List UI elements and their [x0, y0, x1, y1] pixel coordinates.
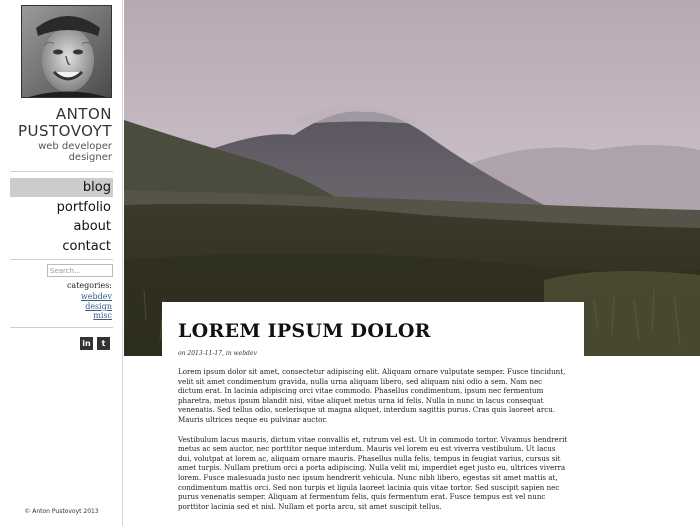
profile-last-name: PUSTOVOYT: [17, 122, 112, 140]
divider: [10, 259, 113, 260]
post-paragraph-2: Vestibulum lacus mauris, dictum vitae co…: [178, 434, 568, 511]
search-input[interactable]: [47, 264, 113, 277]
nav-item-blog[interactable]: blog: [10, 178, 113, 197]
divider: [10, 327, 113, 328]
portrait-image: [22, 6, 111, 97]
post-date: 2013-11-17: [187, 350, 222, 357]
nav-item-contact[interactable]: contact: [10, 237, 113, 256]
profile-name: ANTON PUSTOVOYT: [18, 106, 112, 140]
linkedin-icon[interactable]: in: [80, 337, 93, 350]
categories-list: webdev design misc: [81, 292, 112, 321]
main-nav: blog portfolio about contact: [10, 178, 113, 256]
post-meta-in: , in: [222, 350, 232, 357]
divider: [10, 171, 113, 172]
tumblr-icon[interactable]: t: [97, 337, 110, 350]
profile-first-name: ANTON: [55, 105, 112, 123]
post-meta-prefix: on: [178, 350, 186, 357]
profile-role-1: web developer: [38, 141, 112, 152]
category-link-webdev[interactable]: webdev: [81, 292, 112, 302]
post-title[interactable]: LOREM IPSUM DOLOR: [178, 320, 568, 342]
post-category-link[interactable]: webdev: [234, 350, 257, 357]
avatar: [21, 5, 112, 98]
copyright-text: © Anton Pustovoyt 2013: [24, 508, 99, 515]
category-link-design[interactable]: design: [81, 302, 112, 312]
profile-role-2: designer: [68, 152, 112, 163]
nav-item-about[interactable]: about: [10, 217, 113, 236]
post-paragraph-1: Lorem ipsum dolor sit amet, consectetur …: [178, 367, 566, 424]
category-link-misc[interactable]: misc: [81, 311, 112, 321]
sidebar: ANTON PUSTOVOYT web developer designer b…: [0, 0, 123, 526]
nav-item-portfolio[interactable]: portfolio: [10, 198, 113, 217]
post-meta: on 2013-11-17, in webdev: [178, 350, 568, 357]
blog-post: LOREM IPSUM DOLOR on 2013-11-17, in webd…: [162, 302, 584, 526]
social-links: in t: [80, 337, 110, 350]
categories-heading: categories:: [66, 281, 112, 290]
